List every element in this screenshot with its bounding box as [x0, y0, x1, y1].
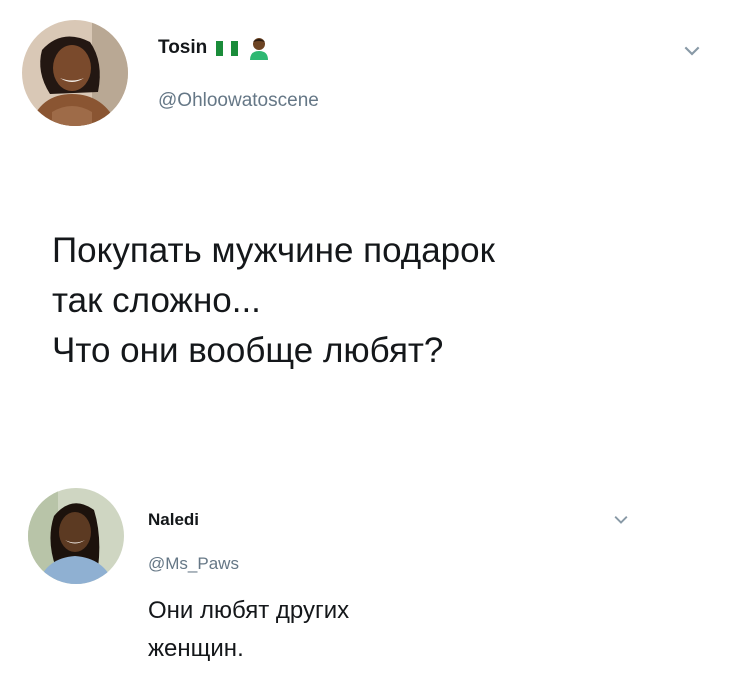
nigeria-flag-icon	[215, 40, 238, 56]
tweet-text: Покупать мужчине подарок так сложно... Ч…	[52, 226, 495, 376]
author-name[interactable]: Naledi	[148, 510, 199, 530]
author-handle[interactable]: @Ohloowatoscene	[158, 90, 319, 112]
avatar-photo-icon	[22, 20, 128, 126]
person-icon	[249, 38, 268, 60]
main-tweet: Tosin @Ohloowatoscene Покупать мужчине п…	[0, 0, 730, 470]
author-name[interactable]: Tosin	[158, 37, 207, 58]
author-name-row[interactable]: Tosin	[158, 36, 271, 60]
avatar[interactable]	[28, 488, 124, 584]
reply-text: Они любят других женщин.	[148, 592, 349, 668]
avatar[interactable]	[22, 20, 128, 126]
chevron-down-icon[interactable]	[614, 512, 628, 526]
chevron-down-icon[interactable]	[684, 42, 700, 58]
tweet-text-line: Покупать мужчине подарок	[52, 231, 495, 270]
reply-tweet: Naledi @Ms_Paws Они любят других женщин.	[0, 470, 730, 674]
tweet-text-line: Что они вообще любят?	[52, 331, 444, 370]
author-handle[interactable]: @Ms_Paws	[148, 554, 239, 574]
avatar-photo-icon	[28, 488, 124, 584]
reply-text-line: Они любят других	[148, 597, 350, 624]
tweet-text-line: так сложно...	[52, 281, 261, 320]
reply-text-line: женщин.	[148, 635, 244, 662]
